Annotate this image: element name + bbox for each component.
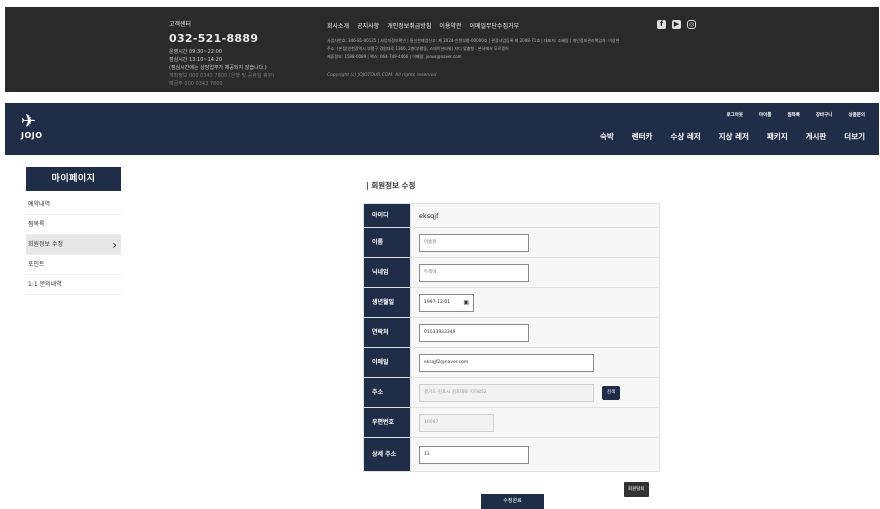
sidebar-item-label: 1:1 문의내역 [28, 281, 62, 288]
submit-button[interactable]: 수정완료 [481, 494, 544, 509]
facebook-icon[interactable]: f [657, 20, 666, 29]
footer-link-terms[interactable]: 이용약관 [439, 21, 461, 30]
id-value: eksqjf [419, 211, 439, 220]
name-label: 이름 [363, 227, 411, 258]
mypage-sidebar: 마이페이지 예약내역 찜목록 회원정보 수정 › 포인트 1:1 문의내역 [26, 167, 121, 295]
cart-link[interactable]: 장바구니 [816, 112, 833, 118]
page-title: | 회원정보 수정 [366, 181, 416, 190]
sidebar-item-reservations[interactable]: 예약내역 [26, 195, 121, 215]
email-field[interactable]: eksqjf2@naver.com [419, 353, 594, 372]
company-info-line: 주소: (본점)인천광역시 부평구 경원대로 1366, 2층(부평동, 스테이… [327, 46, 509, 51]
birthdate-value: 1997-12-01 [424, 299, 451, 305]
nav-item-lodging[interactable]: 숙박 [600, 131, 614, 142]
sidebar-item-wishlist[interactable]: 찜목록 [26, 215, 121, 235]
utility-nav: 로그아웃 마이룸 찜목록 장바구니 상품문의 [726, 112, 865, 118]
customer-center: 고객센터 032-521-8889 운영시간 09:30~22:00 점심시간 … [169, 19, 274, 88]
wishlist-link[interactable]: 찜목록 [787, 112, 799, 118]
footer-nav: 회사소개 공지사항 개인정보취급방침 이용약관 이메일무단수집거부 [327, 21, 519, 30]
nickname-field[interactable]: 두쪽이 [419, 263, 529, 282]
copyright: Copyright (c) JOJOTOUR.COM. All rights r… [327, 73, 437, 78]
company-info-line: 제휴정보: 1588-0089 | 팩스: 064-749-4466 | 이메일… [327, 54, 462, 59]
nav-item-land-leisure[interactable]: 지상 레저 [719, 131, 749, 142]
cs-title: 고객센터 [169, 21, 192, 28]
product-inquiry-link[interactable]: 상품문의 [848, 112, 865, 118]
sidebar-item-inquiries[interactable]: 1:1 문의내역 [26, 275, 121, 295]
birthdate-label: 생년월일 [363, 287, 411, 318]
main-nav: 숙박 렌터카 수상 레저 지상 레저 패키지 게시판 더보기 [600, 131, 865, 142]
instagram-icon[interactable]: ◎ [687, 20, 696, 29]
airplane-icon: ✈ [21, 111, 37, 132]
chevron-right-icon: › [112, 238, 117, 252]
nav-item-rentcar[interactable]: 렌터카 [632, 131, 653, 142]
sidebar-item-label: 회원정보 수정 [28, 241, 64, 248]
address-label: 주소 [363, 377, 411, 408]
cs-hours-line: 점심시간 13:10~14:20 [169, 57, 222, 63]
cs-hours-note: (점심시간에는 상담업무가 제공되지 않습니다.) [169, 65, 267, 71]
site-header: ✈ JOJO 로그아웃 마이룸 찜목록 장바구니 상품문의 숙박 렌터카 수상 … [5, 103, 879, 155]
nav-item-water-leisure[interactable]: 수상 레저 [670, 131, 700, 142]
nav-item-board[interactable]: 게시판 [806, 131, 827, 142]
youtube-icon[interactable]: ▶ [672, 20, 681, 29]
social-links: f ▶ ◎ [657, 20, 696, 29]
cs-hours: 운영시간 09:30~22:00 점심시간 13:10~14:20 (점심시간에… [169, 48, 274, 88]
sidebar-item-label: 포인트 [28, 261, 45, 268]
logo-text: JOJO [21, 131, 43, 140]
footer-link-notice[interactable]: 공지사항 [357, 21, 379, 30]
logo[interactable]: ✈ JOJO [21, 113, 61, 147]
phone-field[interactable]: 01033933349 [419, 323, 529, 342]
logout-link[interactable]: 로그아웃 [726, 112, 743, 118]
myroom-link[interactable]: 마이룸 [759, 112, 771, 118]
sidebar-item-edit-profile[interactable]: 회원정보 수정 › [26, 235, 121, 255]
email-label: 이메일 [363, 347, 411, 378]
company-info: 사업자번호: 346-81-00125 | 사업자정보확인 | 통신판매업신고:… [327, 37, 717, 61]
nav-item-more[interactable]: 더보기 [844, 131, 865, 142]
cs-hours-line: 운영시간 09:30~22:00 [169, 49, 222, 55]
site-footer-bar: 고객센터 032-521-8889 운영시간 09:30~22:00 점심시간 … [5, 7, 879, 92]
calendar-icon[interactable]: ▣ [463, 295, 469, 311]
company-info-line: 사업자번호: 346-81-00125 | 사업자정보확인 | 통신판매업신고:… [327, 38, 620, 43]
name-field[interactable]: 이송현 [419, 233, 529, 252]
cs-phone: 032-521-8889 [169, 32, 259, 45]
sidebar-item-label: 예약내역 [28, 201, 51, 208]
cs-bank-holder: 예금주 000 0343 7800 [169, 81, 223, 87]
profile-form: 아이디 eksqjf 이름 이송현 닉네임 두쪽이 생년월일 1997-12-0… [363, 203, 660, 472]
nickname-label: 닉네임 [363, 257, 411, 288]
nav-item-package[interactable]: 패키지 [767, 131, 788, 142]
detail-address-field[interactable]: 11 [419, 445, 529, 464]
birthdate-field[interactable]: 1997-12-01 ▣ [419, 293, 474, 312]
phone-label: 연락처 [363, 317, 411, 348]
cs-bank-info: 계좌정보 000 0343 7800 (은행 및 공휴일 휴무) [169, 73, 275, 79]
sidebar-title: 마이페이지 [26, 167, 121, 191]
footer-link-privacy[interactable]: 개인정보취급방침 [387, 21, 431, 30]
address-search-button[interactable]: 검색 [601, 385, 621, 400]
footer-link-about[interactable]: 회사소개 [327, 21, 349, 30]
withdraw-button[interactable]: 회원탈퇴 [624, 482, 649, 497]
footer-link-email-policy[interactable]: 이메일무단수집거부 [469, 21, 519, 30]
sidebar-item-label: 찜목록 [28, 221, 45, 228]
sidebar-item-points[interactable]: 포인트 [26, 255, 121, 275]
zipcode-label: 우편번호 [363, 407, 411, 438]
id-label: 아이디 [363, 203, 411, 228]
address-field[interactable]: 경기도 김포시 김포대로 지하852 [419, 383, 594, 402]
detail-address-label: 상세 주소 [363, 437, 411, 472]
zipcode-field[interactable]: 10097 [419, 413, 494, 432]
